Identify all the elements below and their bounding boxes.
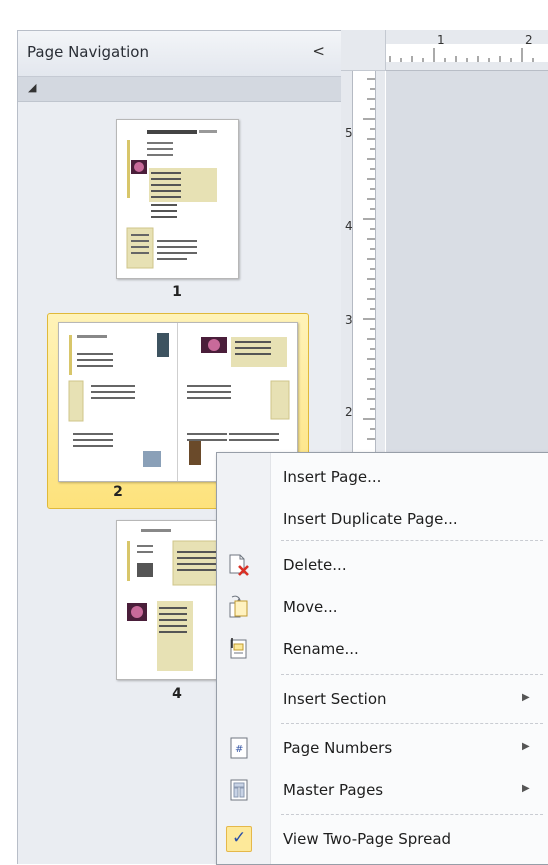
checked-state-icon: ✓: [226, 826, 252, 852]
menu-item-label: Rename...: [283, 640, 359, 658]
menu-separator: [281, 814, 543, 815]
checkmark-icon: ✓: [232, 828, 247, 848]
page-context-menu: Insert Page... Insert Duplicate Page... …: [216, 452, 548, 865]
ruler-label: 4: [345, 219, 353, 233]
menu-item-move[interactable]: Move...: [217, 589, 548, 625]
page-thumbnail-1[interactable]: [116, 119, 239, 279]
menu-item-label: View Two-Page Spread: [283, 830, 452, 848]
move-page-icon: [227, 595, 251, 619]
menu-separator: [281, 540, 543, 541]
svg-text:#: #: [235, 744, 243, 755]
page-number-label: 1: [172, 284, 182, 300]
section-bar[interactable]: ◢: [18, 77, 341, 102]
menu-item-label: Move...: [283, 598, 338, 616]
menu-item-label: Master Pages: [283, 781, 384, 799]
page-number-label: 4: [172, 686, 182, 702]
ruler-label: 2: [345, 405, 353, 419]
submenu-arrow-icon: ▶: [522, 741, 530, 752]
ruler-label: 3: [345, 313, 353, 327]
menu-item-label: Delete...: [283, 556, 347, 574]
pane-header: Page Navigation <: [18, 31, 341, 77]
master-pages-icon: [227, 778, 251, 802]
ruler-corner: [341, 30, 386, 71]
collapse-pane-icon[interactable]: <: [312, 42, 325, 60]
rename-page-icon: [227, 637, 251, 661]
page-number-label: 2: [113, 484, 123, 500]
menu-item-master-pages[interactable]: Master Pages ▶: [217, 772, 548, 808]
horizontal-ruler[interactable]: 1 2: [386, 30, 548, 71]
pane-title: Page Navigation: [27, 43, 149, 61]
menu-separator: [281, 674, 543, 675]
submenu-arrow-icon: ▶: [522, 692, 530, 703]
ruler-label: 2: [525, 33, 533, 47]
menu-separator: [281, 723, 543, 724]
menu-item-page-numbers[interactable]: # Page Numbers ▶: [217, 730, 548, 766]
menu-item-delete[interactable]: Delete...: [217, 547, 548, 583]
menu-item-label: Insert Duplicate Page...: [283, 510, 458, 528]
page-number-icon: #: [227, 736, 251, 760]
horizontal-ruler-ticks: [386, 44, 548, 62]
menu-item-label: Insert Section: [283, 690, 387, 708]
ruler-label: 1: [437, 33, 445, 47]
delete-page-icon: [227, 553, 251, 577]
submenu-arrow-icon: ▶: [522, 783, 530, 794]
ruler-label: 5: [345, 126, 353, 140]
menu-item-insert-duplicate-page[interactable]: Insert Duplicate Page...: [217, 501, 548, 537]
menu-item-label: Page Numbers: [283, 739, 393, 757]
menu-item-insert-section[interactable]: Insert Section ▶: [217, 681, 548, 717]
menu-item-rename[interactable]: Rename...: [217, 631, 548, 667]
page-1-preview: [126, 130, 217, 269]
menu-item-insert-page[interactable]: Insert Page...: [217, 459, 548, 495]
menu-item-label: Insert Page...: [283, 468, 382, 486]
section-expand-icon[interactable]: ◢: [28, 81, 36, 94]
menu-item-view-two-page-spread[interactable]: ✓ View Two-Page Spread: [217, 821, 548, 857]
